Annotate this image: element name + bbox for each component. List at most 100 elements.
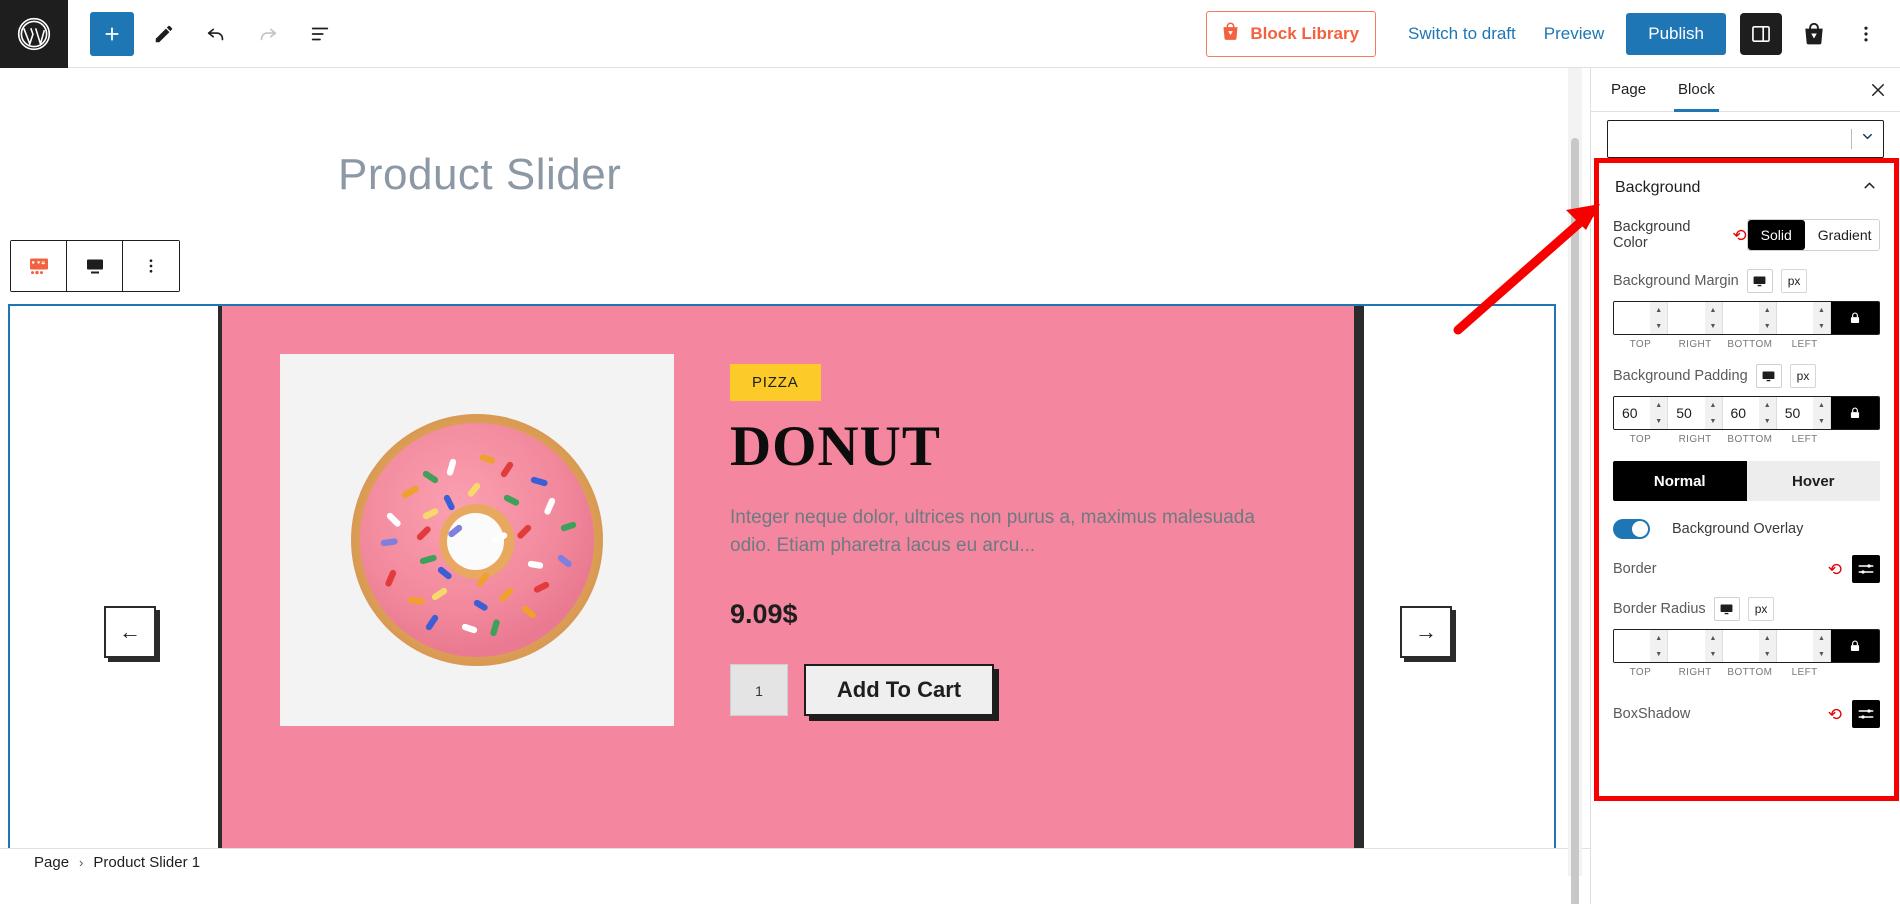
margin-top-input[interactable] bbox=[1614, 302, 1651, 334]
background-overlay-toggle[interactable] bbox=[1613, 519, 1650, 539]
radius-left-stepper[interactable]: ▲ ▼ bbox=[1813, 630, 1830, 662]
undo-button[interactable] bbox=[194, 12, 238, 56]
sidebar-select-row bbox=[1591, 112, 1900, 158]
switch-to-draft-button[interactable]: Switch to draft bbox=[1394, 16, 1530, 52]
margin-left-stepper[interactable]: ▲ ▼ bbox=[1813, 302, 1830, 334]
background-margin-inputs: ▲ ▼ ▲ ▼ ▲ ▼ ▲ ▼ bbox=[1613, 301, 1880, 335]
block-library-button[interactable]: Block Library bbox=[1206, 10, 1377, 57]
border-radius-field-labels: TOP RIGHT BOTTOM LEFT bbox=[1613, 667, 1880, 678]
margin-right-stepper[interactable]: ▲ ▼ bbox=[1704, 302, 1722, 334]
radius-lock-icon[interactable] bbox=[1831, 630, 1879, 662]
radius-right-stepper[interactable]: ▲ ▼ bbox=[1704, 630, 1722, 662]
tab-block[interactable]: Block bbox=[1662, 68, 1731, 112]
radius-top-stepper[interactable]: ▲ ▼ bbox=[1650, 630, 1668, 662]
border-radius-unit[interactable]: px bbox=[1747, 597, 1775, 621]
shop-bag-dark-icon[interactable] bbox=[1794, 14, 1834, 54]
sliders-icon[interactable] bbox=[1852, 700, 1880, 728]
add-to-cart-button[interactable]: Add To Cart bbox=[804, 663, 994, 716]
desktop-icon[interactable] bbox=[1755, 364, 1782, 388]
padding-right-stepper[interactable]: ▲ ▼ bbox=[1704, 397, 1722, 429]
radius-bottom-cell: ▲ ▼ bbox=[1722, 630, 1777, 662]
margin-lock-icon[interactable] bbox=[1831, 302, 1879, 334]
radius-left-input[interactable] bbox=[1776, 630, 1813, 662]
padding-left-input[interactable] bbox=[1776, 397, 1813, 429]
toggle-knob bbox=[1632, 521, 1648, 537]
quantity-input[interactable]: 1 bbox=[730, 663, 788, 716]
box-shadow-actions: ⟲ bbox=[1820, 700, 1880, 728]
radius-bottom-input[interactable] bbox=[1722, 630, 1759, 662]
radius-label-left: LEFT bbox=[1791, 667, 1818, 678]
sliders-icon[interactable] bbox=[1852, 555, 1880, 583]
margin-right-cell: ▲ ▼ bbox=[1668, 302, 1723, 334]
radius-bottom-stepper[interactable]: ▲ ▼ bbox=[1758, 630, 1776, 662]
canvas-scrollbar[interactable] bbox=[1568, 68, 1582, 904]
margin-top-stepper[interactable]: ▲ ▼ bbox=[1650, 302, 1668, 334]
canvas-scrollbar-thumb[interactable] bbox=[1571, 138, 1579, 904]
breadcrumb-item-block[interactable]: Product Slider 1 bbox=[93, 854, 200, 871]
background-overlay-row: Background Overlay bbox=[1613, 519, 1880, 539]
top-bar-right-tools: Block Library Switch to draft Preview Pu… bbox=[1206, 10, 1900, 57]
product-category-badge[interactable]: PIZZA bbox=[730, 364, 821, 401]
background-color-gradient-option[interactable]: Gradient bbox=[1804, 220, 1879, 250]
breadcrumb-item-page[interactable]: Page bbox=[34, 854, 69, 871]
edit-tools-button[interactable] bbox=[142, 12, 186, 56]
reset-icon[interactable]: ⟲ bbox=[1828, 561, 1842, 578]
preview-button[interactable]: Preview bbox=[1530, 16, 1618, 52]
page-title[interactable]: Product Slider bbox=[338, 150, 621, 200]
background-color-solid-option[interactable]: Solid bbox=[1747, 220, 1805, 250]
margin-left-input[interactable] bbox=[1776, 302, 1813, 334]
radius-top-cell: ▲ ▼ bbox=[1614, 630, 1669, 662]
padding-top-input[interactable] bbox=[1614, 397, 1651, 429]
margin-right-input[interactable] bbox=[1668, 302, 1705, 334]
background-panel-header[interactable]: Background bbox=[1613, 163, 1880, 211]
padding-top-cell: ▲▼ bbox=[1614, 397, 1669, 429]
background-padding-unit[interactable]: px bbox=[1789, 364, 1817, 388]
wordpress-logo-icon[interactable] bbox=[0, 0, 68, 68]
close-icon[interactable] bbox=[1860, 72, 1896, 108]
padding-left-stepper[interactable]: ▲ ▼ bbox=[1813, 397, 1830, 429]
padding-bottom-input[interactable] bbox=[1722, 397, 1759, 429]
radius-right-input[interactable] bbox=[1668, 630, 1705, 662]
radius-label-right: RIGHT bbox=[1678, 667, 1712, 678]
reset-icon[interactable]: ⟲ bbox=[1828, 706, 1842, 723]
padding-bottom-stepper[interactable]: ▲ ▼ bbox=[1758, 397, 1776, 429]
reset-icon[interactable]: ⟲ bbox=[1732, 227, 1746, 244]
chevron-up-icon[interactable] bbox=[1861, 177, 1878, 199]
state-tab-hover[interactable]: Hover bbox=[1746, 461, 1880, 501]
padding-label-spacer bbox=[1832, 434, 1880, 445]
product-title[interactable]: DONUT bbox=[730, 417, 1310, 477]
margin-bottom-stepper[interactable]: ▲ ▼ bbox=[1758, 302, 1776, 334]
padding-top-stepper[interactable]: ▲ ▼ bbox=[1650, 397, 1668, 429]
desktop-icon[interactable] bbox=[1713, 597, 1740, 621]
align-wide-icon[interactable] bbox=[67, 241, 123, 291]
block-more-options-icon[interactable] bbox=[123, 241, 179, 291]
slider-next-button[interactable]: → bbox=[1400, 606, 1452, 658]
settings-sidebar-toggle-button[interactable] bbox=[1740, 12, 1782, 55]
list-view-button[interactable] bbox=[298, 12, 342, 56]
border-radius-fields: ▲ ▼ ▲ ▼ ▲ ▼ ▲ ▼ TOP RIGHT BOTTOM LEFT bbox=[1613, 629, 1880, 678]
add-block-button[interactable] bbox=[90, 11, 134, 56]
radius-top-input[interactable] bbox=[1614, 630, 1651, 662]
product-slider-block-icon[interactable] bbox=[11, 241, 67, 291]
padding-lock-icon[interactable] bbox=[1831, 397, 1879, 429]
more-options-button[interactable] bbox=[1846, 14, 1886, 54]
background-settings-panel-highlight: Background Background Color ⟲ Solid Grad… bbox=[1594, 158, 1899, 801]
publish-button[interactable]: Publish bbox=[1626, 12, 1726, 55]
product-price[interactable]: 9.09$ bbox=[730, 599, 1310, 630]
slider-prev-button[interactable]: ← bbox=[104, 606, 156, 658]
margin-bottom-input[interactable] bbox=[1722, 302, 1759, 334]
product-description[interactable]: Integer neque dolor, ultrices non purus … bbox=[730, 504, 1300, 561]
desktop-icon[interactable] bbox=[1746, 269, 1773, 293]
redo-button[interactable] bbox=[246, 12, 290, 56]
state-tab-normal[interactable]: Normal bbox=[1613, 461, 1747, 501]
margin-label-right: RIGHT bbox=[1678, 339, 1712, 350]
margin-label-spacer bbox=[1832, 339, 1880, 350]
tab-page[interactable]: Page bbox=[1595, 68, 1662, 112]
product-image bbox=[280, 354, 674, 726]
select-divider bbox=[1851, 129, 1852, 149]
background-margin-unit[interactable]: px bbox=[1780, 269, 1808, 293]
product-slider-panel[interactable]: PIZZA DONUT Integer neque dolor, ultrice… bbox=[218, 306, 1354, 876]
settings-sidebar: Page Block Background Background Color ⟲… bbox=[1590, 68, 1900, 904]
block-style-select[interactable] bbox=[1607, 120, 1884, 158]
padding-right-input[interactable] bbox=[1668, 397, 1705, 429]
